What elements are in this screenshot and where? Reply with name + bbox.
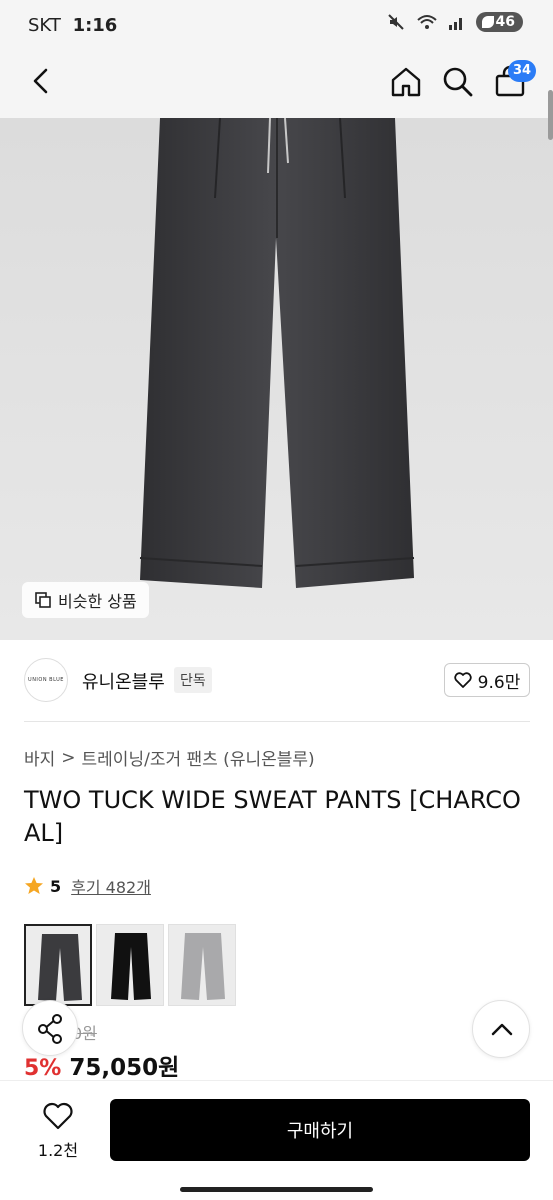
- sale-price: 75,050원: [69, 1055, 180, 1081]
- back-arrow-icon[interactable]: [24, 64, 58, 98]
- product-image[interactable]: [0, 118, 553, 640]
- clock: 1:16: [72, 14, 118, 36]
- price-row: 5% 75,050원: [24, 1048, 179, 1082]
- top-nav: 34: [0, 50, 553, 118]
- exclusive-badge: 단독: [174, 667, 212, 693]
- color-option-charcoal[interactable]: [24, 924, 92, 1006]
- wishlist-button[interactable]: 1.2천: [30, 1101, 86, 1161]
- heart-icon: [454, 672, 472, 688]
- breadcrumb: 바지 > 트레이닝/조거 팬츠 (유니온블루): [24, 745, 315, 771]
- wifi-icon: [416, 15, 437, 29]
- rating-score: 5: [50, 876, 62, 896]
- product-title: TWO TUCK WIDE SWEAT PANTS [CHARCOAL]: [24, 786, 521, 847]
- brand-row: UNION BLUE 유니온블루 단독 9.6만: [0, 640, 553, 722]
- charcoal-pants-thumbnail: [38, 934, 82, 1001]
- buy-button[interactable]: 구매하기: [110, 1099, 530, 1161]
- similar-products-button[interactable]: 비슷한 상품: [22, 582, 149, 618]
- breadcrumb-category[interactable]: 바지: [24, 745, 55, 770]
- search-icon[interactable]: [440, 64, 476, 100]
- gray-pants-thumbnail: [181, 933, 225, 1000]
- cart-count-badge: 34: [508, 60, 537, 82]
- scroll-to-top-button[interactable]: [472, 1000, 530, 1058]
- black-pants-thumbnail: [111, 933, 151, 1000]
- heart-icon: [43, 1102, 73, 1130]
- discount-rate: 5%: [24, 1056, 62, 1081]
- battery-saver-icon: [481, 16, 494, 28]
- similar-products-label: 비슷한 상품: [58, 592, 137, 611]
- review-count-link[interactable]: 후기 482개: [71, 874, 151, 898]
- brand-logo[interactable]: UNION BLUE: [24, 658, 68, 702]
- status-bar: SKT 1:16 46: [0, 0, 553, 50]
- color-options: [24, 924, 236, 1006]
- mute-icon: [387, 14, 404, 30]
- pants-illustration: [139, 118, 415, 588]
- signal-icon: [448, 18, 462, 30]
- bottom-action-bar: 1.2천 구매하기: [0, 1080, 553, 1200]
- chevron-up-icon: [491, 1023, 513, 1036]
- brand-name[interactable]: 유니온블루: [82, 668, 165, 694]
- color-option-gray[interactable]: [168, 924, 236, 1006]
- home-indicator[interactable]: [180, 1187, 373, 1192]
- breadcrumb-subcategory[interactable]: 트레이닝/조거 팬츠 (유니온블루): [82, 745, 315, 770]
- star-icon: [25, 877, 43, 894]
- scrollbar[interactable]: [548, 90, 553, 140]
- brand-like-button[interactable]: 9.6만: [444, 663, 530, 697]
- battery-indicator: 46: [475, 12, 523, 32]
- rating: 5 후기 482개: [24, 874, 151, 898]
- carrier-label: SKT: [28, 14, 61, 36]
- home-icon[interactable]: [388, 64, 424, 100]
- brand-like-count: 9.6만: [477, 672, 521, 693]
- wishlist-count: 1.2천: [37, 1141, 79, 1160]
- copy-icon: [35, 592, 51, 608]
- color-option-black[interactable]: [96, 924, 164, 1006]
- divider: [24, 721, 530, 722]
- breadcrumb-separator: >: [61, 747, 76, 768]
